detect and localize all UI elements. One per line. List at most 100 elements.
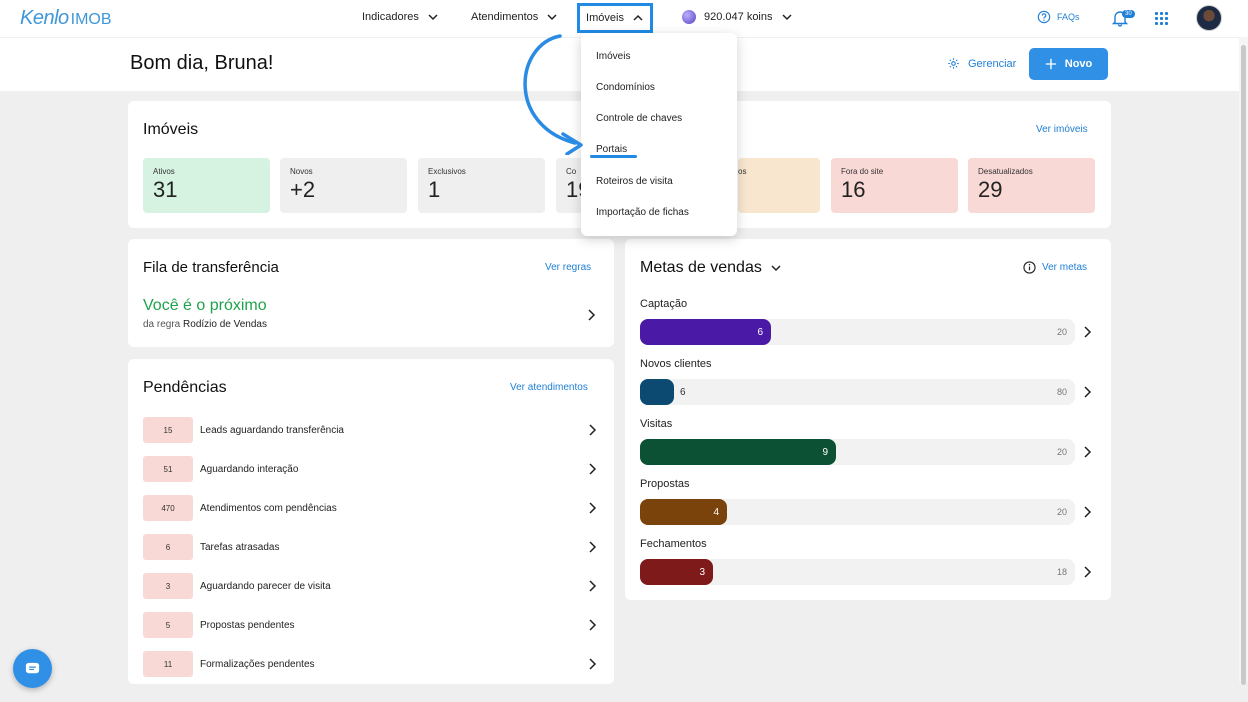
goal-track[interactable]: 6 20: [640, 319, 1075, 345]
imoveis-title: Imóveis: [143, 121, 199, 138]
goal-value: 9: [822, 446, 828, 458]
chevron-right-icon: [589, 658, 597, 670]
annotation-arrow-icon: [523, 34, 583, 155]
goal-total: 20: [1056, 327, 1067, 337]
pendencias-card: Pendências Ver atendimentos 15 Leads agu…: [128, 359, 614, 684]
chevron-right-icon[interactable]: [1082, 386, 1092, 398]
chevron-right-icon: [589, 580, 597, 592]
koins-balance[interactable]: 920.047 koins: [682, 10, 793, 24]
list-item[interactable]: 3 Aguardando parecer de visita: [143, 573, 597, 599]
stat-partial[interactable]: os: [738, 158, 820, 213]
count-badge: 6: [143, 534, 193, 560]
goal-total: 20: [1056, 507, 1067, 517]
ver-metas-link[interactable]: Ver metas: [1023, 261, 1087, 274]
next-in-queue: Você é o próximo: [143, 297, 267, 314]
list-item[interactable]: 6 Tarefas atrasadas: [143, 534, 597, 560]
plus-icon: [1045, 58, 1056, 70]
scrollbar-thumb[interactable]: [1241, 45, 1246, 685]
chevron-right-icon[interactable]: [1082, 566, 1092, 578]
list-item-label: Tarefas atrasadas: [200, 541, 280, 553]
goal-total: 80: [1056, 387, 1067, 397]
list-item[interactable]: 470 Atendimentos com pendências: [143, 495, 597, 521]
stat-fora-do-site[interactable]: Fora do site 16: [831, 158, 958, 213]
menu-item-portais[interactable]: Portais: [596, 144, 627, 155]
chat-button[interactable]: [13, 649, 52, 688]
list-item[interactable]: 5 Propostas pendentes: [143, 612, 597, 638]
nav-indicadores[interactable]: Indicadores: [362, 11, 439, 23]
nav-atendimentos[interactable]: Atendimentos: [471, 11, 558, 23]
chevron-right-icon: [589, 541, 597, 553]
nav-imoveis[interactable]: Imóveis: [577, 3, 653, 33]
metas-title[interactable]: Metas de vendas: [640, 259, 782, 277]
chevron-right-icon: [589, 463, 597, 475]
pendencias-title: Pendências: [143, 379, 227, 396]
list-item[interactable]: 11 Formalizações pendentes: [143, 651, 597, 677]
rule-name: Rodízio de Vendas: [183, 319, 267, 330]
goal-fill: 3: [640, 559, 713, 585]
ver-atendimentos-link[interactable]: Ver atendimentos: [510, 382, 588, 393]
rule-prefix: da regra: [143, 319, 181, 330]
goal-value: 6: [757, 326, 763, 338]
help-circle-icon: [1037, 10, 1051, 24]
list-item-label: Atendimentos com pendências: [200, 502, 337, 514]
stat-desatualizados[interactable]: Desatualizados 29: [968, 158, 1095, 213]
chevron-right-icon[interactable]: [1082, 446, 1092, 458]
count-badge: 470: [143, 495, 193, 521]
apps-grid-icon[interactable]: [1155, 12, 1168, 25]
metas-title-label: Metas de vendas: [640, 259, 762, 276]
logo-brand: Kenlo: [20, 7, 69, 29]
menu-item-condominios[interactable]: Condomínios: [596, 82, 655, 93]
goal-track[interactable]: 3 18: [640, 559, 1075, 585]
goal-label: Captação: [640, 298, 688, 310]
list-item[interactable]: 51 Aguardando interação: [143, 456, 597, 482]
ver-imoveis-link[interactable]: Ver imóveis: [1036, 124, 1088, 135]
chevron-right-icon[interactable]: [586, 309, 596, 321]
chevron-down-icon: [428, 14, 438, 21]
goal-track[interactable]: 4 20: [640, 499, 1075, 525]
stat-value: 1: [428, 177, 441, 202]
logo-sub: IMOB: [70, 11, 112, 28]
list-item[interactable]: 15 Leads aguardando transferência: [143, 417, 597, 443]
goal-label: Novos clientes: [640, 358, 712, 370]
page-title: Bom dia, Bruna!: [130, 52, 274, 74]
menu-item-controle-de-chaves[interactable]: Controle de chaves: [596, 113, 682, 124]
count-badge: 15: [143, 417, 193, 443]
portais-highlight: [590, 155, 637, 158]
goal-fill: 9: [640, 439, 836, 465]
goal-track[interactable]: 6 80: [640, 379, 1075, 405]
goal-track[interactable]: 9 20: [640, 439, 1075, 465]
koins-value: 920.047 koins: [704, 11, 773, 23]
list-item-label: Aguardando interação: [200, 463, 299, 475]
menu-item-imoveis[interactable]: Imóveis: [596, 51, 630, 62]
top-nav: Kenlo IMOB Indicadores Atendimentos Imóve…: [0, 0, 1248, 37]
menu-item-importacao-de-fichas[interactable]: Importação de fichas: [596, 207, 689, 218]
metas-card: Metas de vendas Ver metas Captação 6 20 …: [625, 239, 1111, 600]
goal-label: Propostas: [640, 478, 690, 490]
manage-button[interactable]: Gerenciar: [947, 57, 1016, 70]
koin-icon: [682, 10, 696, 24]
chevron-right-icon: [589, 502, 597, 514]
goal-label: Fechamentos: [640, 538, 707, 550]
goal-fill: 6: [640, 319, 771, 345]
chevron-right-icon: [589, 424, 597, 436]
stat-novos[interactable]: Novos +2: [280, 158, 407, 213]
new-button[interactable]: Novo: [1029, 48, 1108, 80]
avatar[interactable]: [1196, 5, 1222, 31]
ver-regras-link[interactable]: Ver regras: [545, 262, 591, 273]
chevron-down-icon: [547, 14, 557, 21]
stat-label: os: [738, 167, 747, 176]
logo[interactable]: Kenlo IMOB: [20, 7, 112, 30]
imoveis-dropdown-menu: Imóveis Condomínios Controle de chaves P…: [581, 33, 737, 236]
chevron-right-icon[interactable]: [1082, 506, 1092, 518]
stat-value: 31: [153, 177, 178, 202]
chevron-right-icon[interactable]: [1082, 326, 1092, 338]
stat-exclusivos[interactable]: Exclusivos 1: [418, 158, 545, 213]
menu-item-roteiros-de-visita[interactable]: Roteiros de visita: [596, 176, 673, 187]
faqs-link[interactable]: FAQs: [1037, 10, 1080, 24]
count-badge: 11: [143, 651, 193, 677]
stat-label: Fora do site: [841, 167, 884, 176]
stat-value: 29: [978, 177, 1003, 202]
goal-total: 18: [1056, 567, 1067, 577]
stat-ativos[interactable]: Ativos 31: [143, 158, 270, 213]
goal-fill: [640, 379, 674, 405]
